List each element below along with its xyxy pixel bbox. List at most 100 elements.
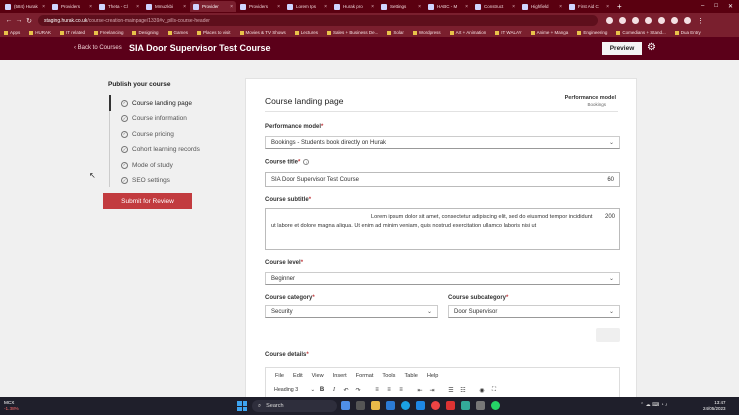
taskbar-clock[interactable]: 13:47 24/05/2023 bbox=[703, 400, 726, 412]
close-tab-icon[interactable]: × bbox=[89, 4, 92, 10]
browser-tab[interactable]: (584) Hurak × bbox=[2, 1, 48, 12]
preview-eye-icon[interactable]: ◉ bbox=[478, 385, 486, 395]
extension-icon[interactable] bbox=[671, 16, 678, 24]
bookmark-item[interactable]: Places to visit bbox=[197, 30, 231, 35]
browser-tab[interactable]: Provider × bbox=[190, 1, 236, 12]
bookmark-item[interactable]: Engineering bbox=[577, 30, 607, 35]
app-icon[interactable] bbox=[446, 401, 455, 410]
back-arrow-icon[interactable]: ← bbox=[4, 17, 14, 24]
reload-icon[interactable]: ↻ bbox=[24, 17, 34, 25]
bookmark-item[interactable]: Sales + Business De... bbox=[327, 30, 378, 35]
bookmark-item[interactable]: Dua Entry bbox=[675, 30, 701, 35]
close-tab-icon[interactable]: × bbox=[606, 4, 609, 10]
preview-button[interactable]: Preview bbox=[602, 42, 642, 55]
bookmark-item[interactable]: Designing bbox=[132, 30, 158, 35]
course-subcategory-select[interactable]: Door Supervisor ⌄ bbox=[448, 305, 620, 318]
browser-tab[interactable]: Providers × bbox=[49, 1, 95, 12]
back-to-courses-link[interactable]: ‹ Back to Courses bbox=[74, 45, 122, 51]
browser-tab[interactable]: Theta - Cl × bbox=[96, 1, 142, 12]
browser-tab[interactable]: Providers × bbox=[237, 1, 283, 12]
app-icon[interactable] bbox=[416, 401, 425, 410]
performance-model-select[interactable]: Bookings - Students book directly on Hur… bbox=[265, 136, 620, 149]
profile-avatar[interactable] bbox=[684, 16, 691, 24]
folder-icon[interactable] bbox=[371, 401, 380, 410]
course-level-select[interactable]: Beginner ⌄ bbox=[265, 272, 620, 285]
course-subtitle-textarea[interactable]: Lorem ipsum dolor sit amet, consectetur … bbox=[265, 208, 620, 250]
bookmark-item[interactable]: Apps bbox=[4, 30, 20, 35]
bookmark-item[interactable]: Freelancing bbox=[94, 30, 124, 35]
italic-icon[interactable]: I bbox=[330, 385, 338, 395]
course-category-select[interactable]: Security ⌄ bbox=[265, 305, 438, 318]
close-tab-icon[interactable]: × bbox=[465, 4, 468, 10]
info-icon[interactable]: i bbox=[303, 159, 310, 165]
editor-menu-item[interactable]: Tools bbox=[382, 373, 395, 379]
faded-button[interactable] bbox=[596, 328, 620, 342]
close-tab-icon[interactable]: × bbox=[183, 4, 186, 10]
editor-menu-item[interactable]: File bbox=[275, 373, 284, 379]
new-tab-button[interactable]: + bbox=[617, 2, 622, 11]
heading-select[interactable]: Heading 3 ⌄ bbox=[272, 385, 318, 395]
bookmark-item[interactable]: IT WALAY bbox=[495, 30, 521, 35]
browser-tab[interactable]: Lorem Ips × bbox=[284, 1, 330, 12]
app-icon[interactable] bbox=[461, 401, 470, 410]
whatsapp-icon[interactable] bbox=[491, 401, 500, 410]
bookmark-item[interactable]: Games bbox=[168, 30, 189, 35]
close-tab-icon[interactable]: × bbox=[230, 4, 233, 10]
chrome-icon[interactable] bbox=[431, 401, 440, 410]
app-icon[interactable] bbox=[341, 401, 350, 410]
sidebar-step[interactable]: ✓ Course pricing bbox=[121, 128, 174, 140]
stock-widget[interactable]: MCX -1.38% bbox=[4, 400, 19, 412]
editor-menu-item[interactable]: Table bbox=[404, 373, 417, 379]
bookmark-item[interactable]: Lectures bbox=[295, 30, 318, 35]
bookmark-item[interactable]: Anime + Manga bbox=[531, 30, 569, 35]
browser-tab[interactable]: Highfield × bbox=[519, 1, 565, 12]
close-tab-icon[interactable]: × bbox=[512, 4, 515, 10]
close-tab-icon[interactable]: × bbox=[277, 4, 280, 10]
bookmark-item[interactable]: Art + Animation bbox=[450, 30, 487, 35]
app-icon[interactable] bbox=[386, 401, 395, 410]
sidebar-step[interactable]: ✓ Course information bbox=[121, 113, 187, 125]
maximize-icon[interactable]: □ bbox=[714, 3, 718, 10]
windows-start-icon[interactable] bbox=[237, 401, 247, 411]
align-justify-icon[interactable]: ≡ bbox=[397, 385, 405, 395]
editor-menu-item[interactable]: Insert bbox=[333, 373, 347, 379]
browser-tab[interactable]: HABC - M × bbox=[425, 1, 471, 12]
bold-icon[interactable]: B bbox=[318, 385, 326, 395]
forward-arrow-icon[interactable]: → bbox=[14, 17, 24, 24]
editor-menu-item[interactable]: View bbox=[312, 373, 324, 379]
indent-icon[interactable]: ⇥ bbox=[428, 385, 436, 395]
editor-menu-item[interactable]: Help bbox=[427, 373, 439, 379]
browser-tab[interactable]: Hurak pro × bbox=[331, 1, 377, 12]
bookmark-item[interactable]: Movies & TV Shows bbox=[240, 30, 286, 35]
url-input[interactable]: staging.hurak.co.uk/course-creation-main… bbox=[38, 15, 598, 26]
extension-icon[interactable] bbox=[606, 16, 613, 24]
sidebar-step[interactable]: ✓ SEO settings bbox=[121, 175, 170, 187]
bookmark-item[interactable]: IT related bbox=[60, 30, 85, 35]
close-tab-icon[interactable]: × bbox=[559, 4, 562, 10]
extension-icon[interactable] bbox=[658, 16, 665, 24]
minimize-icon[interactable]: – bbox=[701, 3, 704, 10]
gear-icon[interactable]: ⚙ bbox=[647, 42, 656, 53]
close-tab-icon[interactable]: × bbox=[42, 4, 45, 10]
submit-for-review-button[interactable]: Submit for Review bbox=[103, 193, 192, 209]
close-tab-icon[interactable]: × bbox=[324, 4, 327, 10]
browser-tab[interactable]: First Aid C × bbox=[566, 1, 612, 12]
fullscreen-icon[interactable]: ⛶ bbox=[490, 385, 498, 395]
extension-icon[interactable] bbox=[619, 16, 626, 24]
sidebar-step[interactable]: ✓ Cohort learning records bbox=[121, 144, 200, 156]
align-left-icon[interactable]: ≡ bbox=[373, 385, 381, 395]
close-tab-icon[interactable]: × bbox=[418, 4, 421, 10]
align-center-icon[interactable]: ≡ bbox=[385, 385, 393, 395]
extension-icon[interactable] bbox=[645, 16, 652, 24]
app-icon[interactable] bbox=[356, 401, 365, 410]
system-tray-icons[interactable]: ⌃ ☁ ⌨ ◔ ♪ bbox=[640, 402, 667, 408]
editor-menu-item[interactable]: Edit bbox=[293, 373, 303, 379]
close-tab-icon[interactable]: × bbox=[136, 4, 139, 10]
redo-icon[interactable]: ↷ bbox=[354, 385, 362, 395]
browser-tab[interactable]: Mmuzkbi × bbox=[143, 1, 189, 12]
sidebar-step[interactable]: ✓ Course landing page bbox=[121, 97, 192, 109]
bookmark-item[interactable]: Solar bbox=[387, 30, 404, 35]
app-icon[interactable] bbox=[476, 401, 485, 410]
sidebar-step[interactable]: ✓ Mode of study bbox=[121, 159, 173, 171]
taskbar-search[interactable]: ⌕ Search bbox=[252, 400, 337, 412]
